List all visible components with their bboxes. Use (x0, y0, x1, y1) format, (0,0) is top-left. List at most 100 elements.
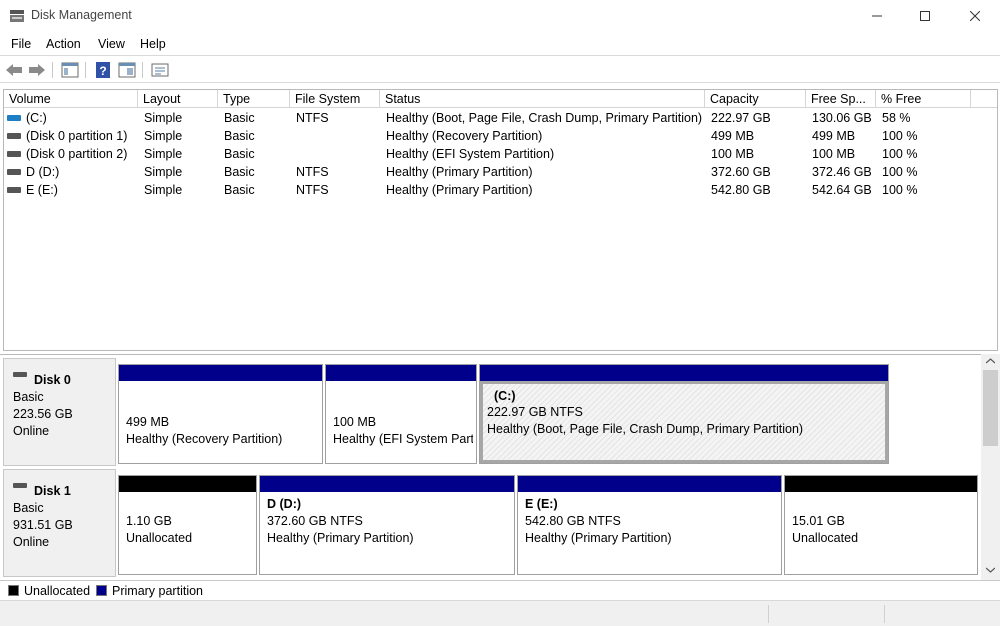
partition-bar (119, 365, 322, 381)
volume-percent-free: 100 % (882, 147, 918, 161)
scroll-down-icon[interactable] (986, 567, 995, 573)
partition-size: 372.60 GB NTFS (267, 514, 363, 528)
disk-management-window: Disk Management File Action View Help ? (0, 0, 1000, 626)
partition-disk0-c[interactable]: (C:) 222.97 GB NTFS Healthy (Boot, Page … (479, 364, 889, 464)
settings-list-icon (151, 63, 169, 77)
column-layout[interactable]: Layout (138, 90, 218, 108)
partition-disk1-d[interactable]: D (D:) 372.60 GB NTFS Healthy (Primary P… (259, 475, 515, 575)
close-button[interactable] (952, 0, 998, 32)
volume-row[interactable]: E (E:) Simple Basic NTFS Healthy (Primar… (4, 182, 997, 200)
column-file-system[interactable]: File System (290, 90, 380, 108)
partition-body-selected: (C:) 222.97 GB NTFS Healthy (Boot, Page … (480, 381, 888, 463)
volume-name: (Disk 0 partition 2) (26, 147, 128, 161)
column-capacity[interactable]: Capacity (705, 90, 806, 108)
back-button[interactable] (4, 60, 24, 80)
volume-name: (Disk 0 partition 1) (26, 129, 128, 143)
partition-bar (518, 476, 781, 492)
volume-list[interactable]: Volume Layout Type File System Status Ca… (3, 89, 998, 351)
disk-0-label[interactable]: Disk 0 Basic 223.56 GB Online (3, 358, 116, 466)
disk-name: Disk 0 (34, 373, 71, 387)
volume-row[interactable]: (Disk 0 partition 1) Simple Basic Health… (4, 128, 997, 146)
menu-help[interactable]: Help (140, 37, 166, 51)
column-status[interactable]: Status (380, 90, 705, 108)
volume-list-header: Volume Layout Type File System Status Ca… (4, 90, 997, 108)
volume-layout: Simple (144, 165, 183, 179)
disk-size: 931.51 GB (13, 518, 73, 532)
settings-list-button[interactable] (150, 60, 170, 80)
legend: Unallocated Primary partition (0, 580, 1000, 600)
partition-title: E (E:) (525, 497, 558, 511)
volume-name: E (E:) (26, 183, 58, 197)
column-percent-free[interactable]: % Free (876, 90, 971, 108)
maximize-icon (920, 11, 930, 21)
properties-icon (118, 62, 136, 78)
partition-disk0-efi[interactable]: 100 MB Healthy (EFI System Part (325, 364, 477, 464)
volume-type: Basic (224, 129, 255, 143)
volume-icon (7, 133, 21, 139)
volume-layout: Simple (144, 147, 183, 161)
partition-disk1-unallocated-2[interactable]: 15.01 GB Unallocated (784, 475, 978, 575)
minimize-icon (872, 15, 882, 17)
partition-bar (480, 365, 888, 381)
maximize-button[interactable] (902, 0, 948, 32)
volume-status: Healthy (Recovery Partition) (386, 129, 543, 143)
volume-file-system: NTFS (296, 183, 329, 197)
toolbar-separator (85, 62, 86, 78)
menu-action[interactable]: Action (46, 37, 81, 51)
help-icon: ? (96, 62, 110, 78)
column-type[interactable]: Type (218, 90, 290, 108)
minimize-button[interactable] (854, 0, 900, 32)
scroll-up-icon[interactable] (986, 358, 995, 364)
column-volume[interactable]: Volume (4, 90, 138, 108)
status-bar-divider (884, 605, 885, 623)
volume-capacity: 372.60 GB (711, 165, 771, 179)
volume-row[interactable]: (Disk 0 partition 2) Simple Basic Health… (4, 146, 997, 164)
partition-body: 15.01 GB Unallocated (785, 492, 977, 574)
disk-graphical-view: Disk 0 Basic 223.56 GB Online 499 MB Hea… (0, 354, 1000, 580)
disk-kind: Basic (13, 501, 44, 515)
volume-name: D (D:) (26, 165, 60, 179)
forward-button[interactable] (27, 60, 47, 80)
console-tree-icon (61, 62, 79, 78)
volume-file-system: NTFS (296, 111, 329, 125)
column-free-space[interactable]: Free Sp... (806, 90, 876, 108)
show-hide-console-tree-button[interactable] (60, 60, 80, 80)
volume-icon (7, 115, 21, 121)
partition-status: Healthy (Primary Partition) (267, 531, 414, 545)
forward-arrow-icon (29, 64, 45, 76)
properties-button[interactable] (117, 60, 137, 80)
disk-management-app-icon (10, 10, 24, 22)
volume-capacity: 499 MB (711, 129, 755, 143)
partition-status: Unallocated (792, 531, 859, 545)
volume-free-space: 130.06 GB (812, 111, 872, 125)
partition-status: Healthy (Recovery Partition) (126, 432, 283, 446)
legend-label-primary: Primary partition (112, 584, 203, 598)
volume-row[interactable]: D (D:) Simple Basic NTFS Healthy (Primar… (4, 164, 997, 182)
disk-view-scrollbar[interactable] (981, 354, 1000, 580)
scrollbar-thumb[interactable] (983, 370, 998, 446)
volume-percent-free: 58 % (882, 111, 911, 125)
help-button[interactable]: ? (93, 60, 113, 80)
partition-bar (785, 476, 977, 492)
volume-icon (7, 187, 21, 193)
volume-percent-free: 100 % (882, 129, 918, 143)
volume-free-space: 499 MB (812, 129, 856, 143)
volume-capacity: 542.80 GB (711, 183, 771, 197)
volume-row[interactable]: (C:) Simple Basic NTFS Healthy (Boot, Pa… (4, 110, 997, 128)
disk-icon (13, 372, 27, 377)
partition-size: 542.80 GB NTFS (525, 514, 621, 528)
partition-disk1-e[interactable]: E (E:) 542.80 GB NTFS Healthy (Primary P… (517, 475, 782, 575)
volume-type: Basic (224, 165, 255, 179)
partition-size: 100 MB (333, 415, 377, 429)
partition-disk1-unallocated-1[interactable]: 1.10 GB Unallocated (118, 475, 257, 575)
menu-view[interactable]: View (98, 37, 125, 51)
back-arrow-icon (6, 64, 22, 76)
partition-disk0-recovery[interactable]: 499 MB Healthy (Recovery Partition) (118, 364, 323, 464)
disk-1-label[interactable]: Disk 1 Basic 931.51 GB Online (3, 469, 116, 577)
partition-status: Healthy (Primary Partition) (525, 531, 672, 545)
partition-body: 1.10 GB Unallocated (119, 492, 256, 574)
volume-file-system: NTFS (296, 165, 329, 179)
menu-file[interactable]: File (11, 37, 31, 51)
partition-body: E (E:) 542.80 GB NTFS Healthy (Primary P… (518, 492, 781, 574)
partition-size: 1.10 GB (126, 514, 172, 528)
